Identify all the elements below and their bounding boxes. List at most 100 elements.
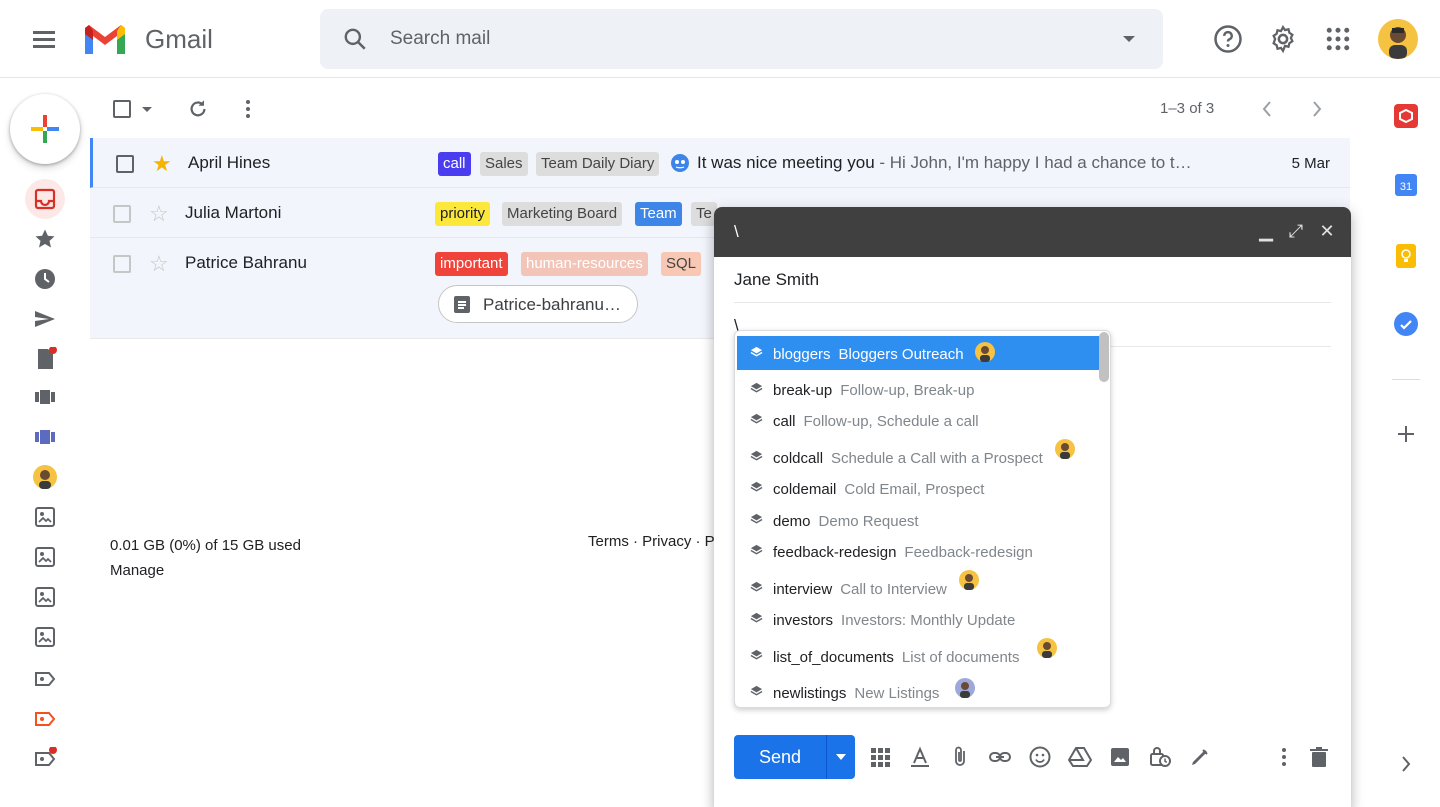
refresh-icon[interactable]	[187, 98, 209, 125]
nav-inbox[interactable]	[25, 179, 65, 219]
prev-page-icon[interactable]	[1260, 99, 1274, 124]
label-chip[interactable]: priority	[435, 202, 491, 226]
snippet-item[interactable]: list_of_documents List of documents	[737, 638, 1100, 673]
search-bar[interactable]	[320, 9, 1163, 69]
calendar-icon[interactable]: 31	[1395, 174, 1417, 196]
footer-links[interactable]: Terms · Privacy · P	[588, 533, 715, 550]
expand-panel-icon[interactable]	[1399, 754, 1413, 779]
drive-icon[interactable]	[1067, 745, 1093, 769]
label-chip[interactable]: Sales	[480, 152, 528, 176]
email-row[interactable]: ★ April Hines call Sales Team Daily Diar…	[90, 138, 1350, 188]
row-checkbox[interactable]	[116, 155, 134, 173]
layer-icon	[750, 649, 763, 660]
star-icon[interactable]: ☆	[149, 201, 169, 227]
snippet-shortcut: coldemail Cold Email, Prospect	[773, 481, 984, 498]
compose-button[interactable]	[10, 94, 80, 164]
send-options-button[interactable]	[826, 735, 855, 779]
label-chip[interactable]: call	[438, 152, 471, 176]
close-icon[interactable]: ✕	[1317, 221, 1337, 241]
sender-name: Patrice Bahranu	[185, 253, 307, 272]
select-options-icon[interactable]	[142, 107, 152, 112]
snippet-key: coldemail	[773, 481, 837, 498]
manage-storage-link[interactable]: Manage	[110, 558, 301, 583]
link-icon[interactable]	[988, 745, 1012, 769]
label-chip[interactable]: SQL	[661, 252, 702, 276]
keep-icon[interactable]	[1396, 244, 1416, 268]
dropdown-scrollbar[interactable]	[1099, 332, 1109, 382]
search-icon[interactable]	[342, 26, 368, 57]
contact-avatar-icon[interactable]	[33, 465, 57, 489]
boards-alt-icon[interactable]	[33, 425, 57, 449]
gmail-logo-icon[interactable]	[82, 22, 128, 61]
template-icon[interactable]	[33, 585, 57, 609]
attachment-chip[interactable]: Patrice-bahranu…	[438, 285, 638, 323]
label-chip[interactable]: human-resources	[521, 252, 648, 276]
recipients-field[interactable]: Jane Smith	[734, 257, 1331, 303]
star-icon[interactable]: ☆	[149, 251, 169, 277]
label-chip[interactable]: Te	[691, 202, 717, 226]
star-icon[interactable]: ★	[152, 151, 172, 177]
more-options-icon[interactable]	[1272, 745, 1296, 769]
author-avatar	[955, 678, 975, 698]
search-input[interactable]	[390, 9, 1070, 69]
signature-icon[interactable]	[1188, 745, 1212, 769]
formatting-icon[interactable]	[908, 745, 932, 769]
tasks-icon[interactable]	[1394, 312, 1418, 336]
label-chip[interactable]: Team Daily Diary	[536, 152, 660, 176]
snippet-item[interactable]: bloggers Bloggers Outreach	[737, 336, 1100, 370]
author-avatar	[975, 342, 995, 362]
label-chip[interactable]: important	[435, 252, 508, 276]
starred-icon[interactable]	[33, 227, 57, 251]
layer-icon	[750, 481, 763, 492]
add-addon-icon[interactable]	[1396, 424, 1416, 449]
attach-icon[interactable]	[948, 745, 972, 769]
snoozed-icon[interactable]	[33, 267, 57, 291]
label-orange-icon[interactable]	[33, 707, 57, 731]
snippet-item[interactable]: investors Investors: Monthly Update	[737, 602, 1100, 636]
select-all-checkbox[interactable]	[113, 100, 131, 118]
next-page-icon[interactable]	[1310, 99, 1324, 124]
label-notify-icon[interactable]	[33, 746, 57, 771]
photo-icon[interactable]	[1108, 745, 1132, 769]
confidential-icon[interactable]	[1148, 745, 1172, 769]
snippet-item[interactable]: coldcall Schedule a Call with a Prospect	[737, 439, 1100, 474]
layer-icon	[750, 450, 763, 461]
label-chip[interactable]: Marketing Board	[502, 202, 623, 226]
snippet-shortcut: demo Demo Request	[773, 513, 919, 530]
main-menu-button[interactable]	[30, 26, 58, 54]
snippet-key: call	[773, 413, 796, 430]
fullscreen-icon[interactable]: ⤢	[1286, 221, 1306, 241]
send-button[interactable]: Send	[734, 735, 826, 779]
template-icon[interactable]	[33, 625, 57, 649]
emoji-icon[interactable]	[1028, 745, 1052, 769]
gmelius-icon[interactable]	[1394, 104, 1418, 128]
settings-icon[interactable]	[1268, 24, 1298, 54]
snippet-item[interactable]: coldemail Cold Email, Prospect	[737, 471, 1100, 505]
snippet-item[interactable]: feedback-redesign Feedback-redesign	[737, 534, 1100, 568]
drafts-icon[interactable]	[33, 346, 57, 371]
search-options-icon[interactable]	[1123, 36, 1135, 42]
template-icon[interactable]	[33, 545, 57, 569]
boards-icon[interactable]	[33, 385, 57, 409]
snippet-item[interactable]: interview Call to Interview	[737, 570, 1100, 605]
snippet-shortcut: newlistings New Listings	[773, 685, 939, 702]
account-avatar[interactable]	[1378, 19, 1418, 59]
label-icon[interactable]	[33, 667, 57, 691]
more-options-icon[interactable]	[245, 99, 251, 124]
help-icon[interactable]	[1213, 24, 1243, 54]
apps-icon[interactable]	[1323, 24, 1353, 54]
label-chip[interactable]: Team	[635, 202, 682, 226]
snippet-item[interactable]: call Follow-up, Schedule a call	[737, 403, 1100, 437]
row-checkbox[interactable]	[113, 205, 131, 223]
snippet-item[interactable]: break-up Follow-up, Break-up	[737, 372, 1100, 406]
minimize-icon[interactable]: ▁	[1256, 221, 1276, 241]
sent-icon[interactable]	[33, 307, 57, 331]
compose-header[interactable]: \ ▁ ⤢ ✕	[714, 207, 1351, 257]
discard-draft-icon[interactable]	[1307, 745, 1331, 769]
snippet-description: Follow-up, Schedule a call	[803, 413, 979, 430]
row-checkbox[interactable]	[113, 255, 131, 273]
snippet-item[interactable]: newlistings New Listings	[737, 675, 1100, 707]
snippet-item[interactable]: demo Demo Request	[737, 503, 1100, 537]
snippets-grid-icon[interactable]	[868, 745, 892, 769]
template-icon[interactable]	[33, 505, 57, 529]
